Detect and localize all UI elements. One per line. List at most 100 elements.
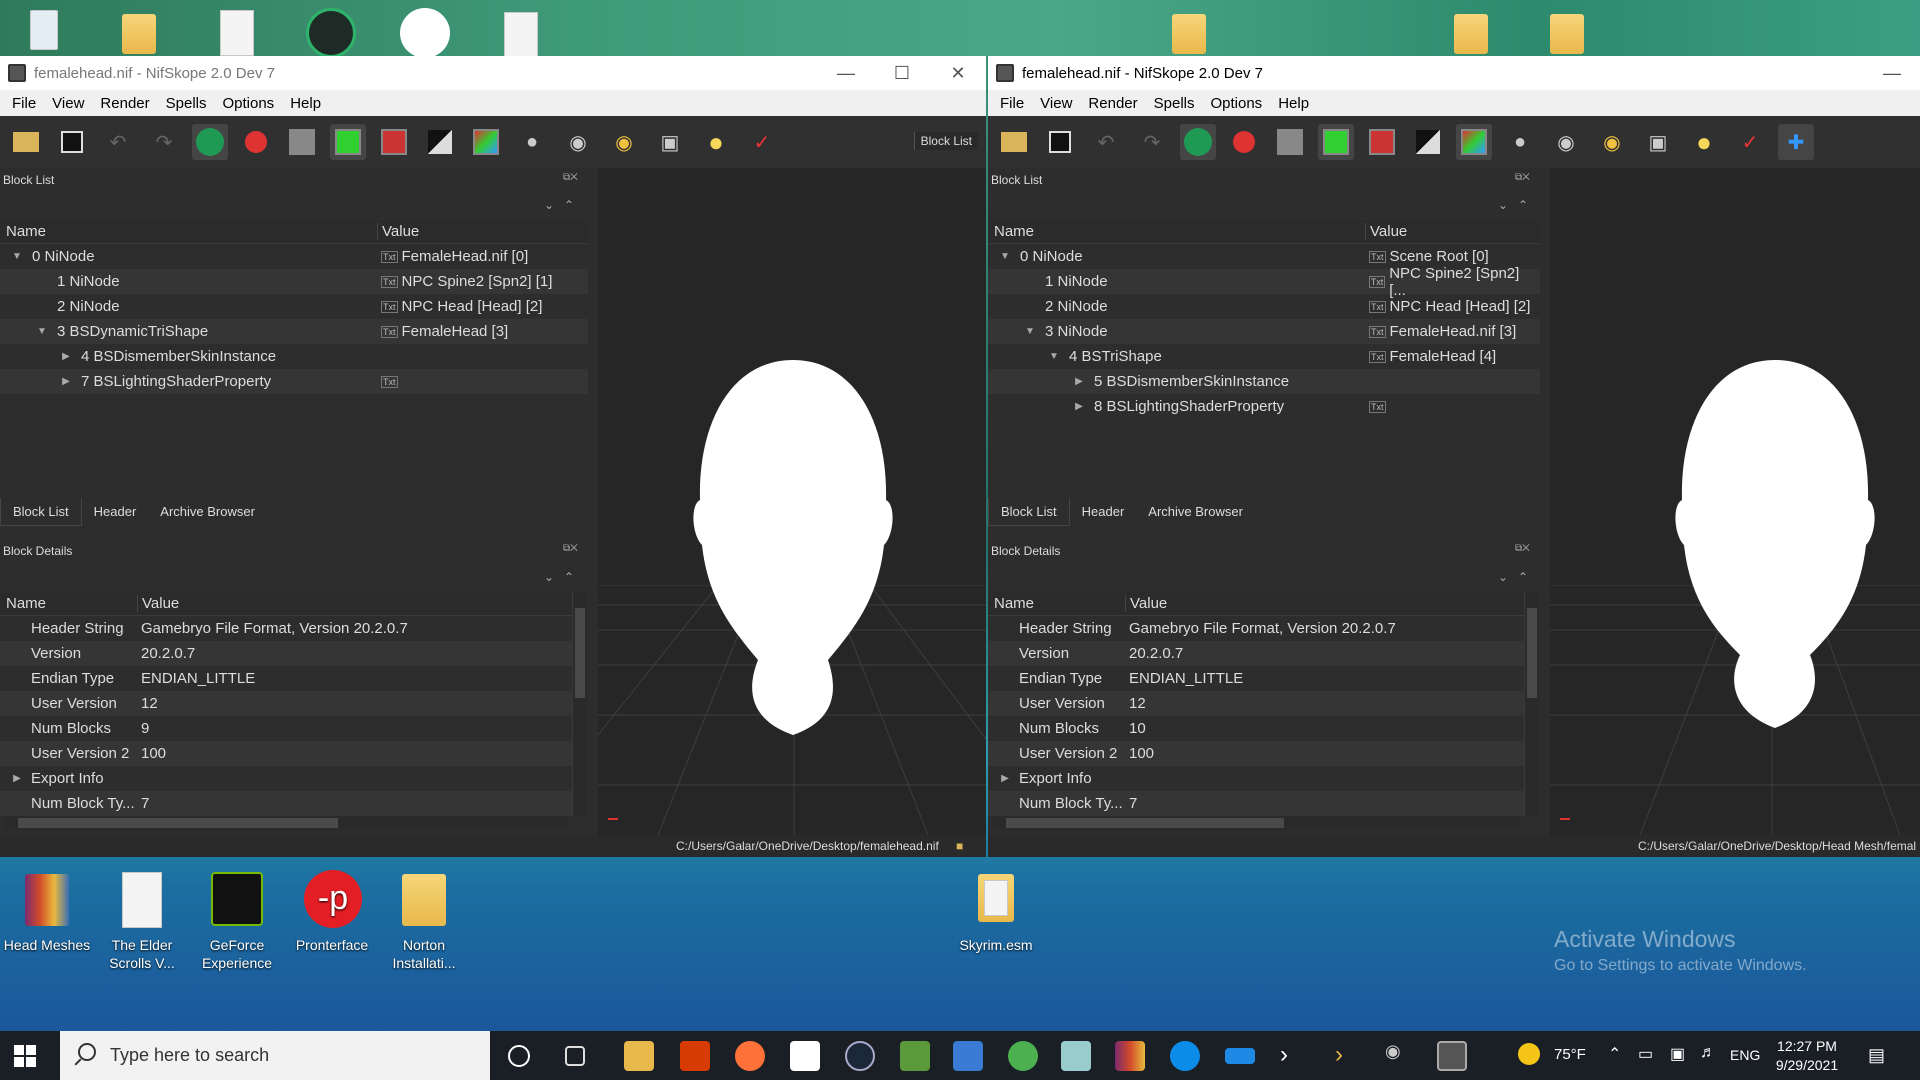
table-row[interactable]: User Version 12 — [988, 691, 1524, 716]
steam-icon[interactable] — [845, 1041, 875, 1071]
column-name[interactable]: Name — [988, 595, 1125, 612]
task-view-icon[interactable] — [565, 1046, 585, 1066]
eye-alt-icon[interactable]: ◉ — [606, 124, 642, 160]
recycle-bin-icon[interactable] — [22, 4, 66, 54]
table-row[interactable]: ▼ 0 NiNode Txt FemaleHead.nif [0] — [0, 244, 588, 269]
expand-arrow-icon[interactable]: ▼ — [1047, 351, 1061, 362]
menu-render[interactable]: Render — [92, 95, 157, 112]
details-horizontal-scrollbar[interactable] — [992, 816, 1520, 830]
table-row[interactable]: Version 20.2.0.7 — [988, 641, 1524, 666]
toolbar-block-list-button[interactable]: Block List — [913, 132, 978, 150]
details-vertical-scrollbar[interactable] — [1524, 592, 1538, 816]
table-row[interactable]: ▼ 3 BSDynamicTriShape Txt FemaleHead [3] — [0, 319, 588, 344]
table-row[interactable]: 2 NiNode Txt NPC Head [Head] [2] — [988, 294, 1540, 319]
view-front-icon[interactable] — [1318, 124, 1354, 160]
undo-icon[interactable]: ↶ — [1088, 124, 1124, 160]
eye-icon[interactable]: ◉ — [1548, 124, 1584, 160]
table-row[interactable]: Version 20.2.0.7 — [0, 641, 572, 666]
view-front-icon[interactable] — [330, 124, 366, 160]
table-row[interactable]: ▼ 3 NiNode Txt FemaleHead.nif [3] — [988, 319, 1540, 344]
screenshot-icon[interactable]: ▣ — [1640, 124, 1676, 160]
tab-block-list[interactable]: Block List — [988, 498, 1070, 526]
details-horizontal-scrollbar[interactable] — [4, 816, 568, 830]
table-row[interactable]: User Version 2 100 — [0, 741, 572, 766]
redo-icon[interactable]: ↷ — [1134, 124, 1170, 160]
table-row[interactable]: Endian Type ENDIAN_LITTLE — [0, 666, 572, 691]
menu-spells[interactable]: Spells — [158, 95, 215, 112]
table-row[interactable]: Num Blocks 10 — [988, 716, 1524, 741]
table-row[interactable]: 2 NiNode Txt NPC Head [Head] [2] — [0, 294, 588, 319]
dock-float-close-icon[interactable]: ⧉✕ — [563, 543, 578, 554]
view-user-icon[interactable] — [468, 124, 504, 160]
tab-header[interactable]: Header — [82, 498, 149, 526]
minimize-button[interactable]: — — [818, 63, 874, 84]
column-name[interactable]: Name — [0, 595, 137, 612]
chevron-app-icon[interactable]: › — [1280, 1041, 1310, 1071]
menu-options[interactable]: Options — [1202, 95, 1270, 112]
render-viewport[interactable] — [1550, 168, 1920, 835]
undo-icon[interactable]: ↶ — [100, 124, 136, 160]
close-button[interactable]: ✕ — [930, 63, 986, 84]
menu-options[interactable]: Options — [214, 95, 282, 112]
column-value[interactable]: Value — [1365, 223, 1407, 240]
sort-chevron-icons[interactable]: ⌄ ⌃ — [1498, 198, 1528, 212]
desktop-icon-elder-scrolls[interactable]: The Elder Scrolls V... — [97, 870, 187, 972]
minimize-button[interactable]: — — [1864, 63, 1920, 84]
table-row[interactable]: Header String Gamebryo File Format, Versi… — [988, 616, 1524, 641]
eye-alt-icon[interactable]: ◉ — [1594, 124, 1630, 160]
oculus-icon[interactable] — [790, 1041, 820, 1071]
collapse-arrow-icon[interactable]: ▶ — [59, 351, 73, 362]
folder-icon[interactable] — [1546, 4, 1590, 54]
taskbar-clock[interactable]: 12:27 PM 9/29/2021 — [1762, 1037, 1852, 1075]
save-icon[interactable] — [1042, 124, 1078, 160]
menu-file[interactable]: File — [4, 95, 44, 112]
footprints-icon[interactable]: ● — [514, 124, 550, 160]
network-icon[interactable]: ▣ — [1670, 1044, 1685, 1080]
taskbar-search-input[interactable]: Type here to search — [60, 1031, 490, 1080]
screenshot-icon[interactable]: ▣ — [652, 124, 688, 160]
chevron-app-icon[interactable]: › — [1335, 1041, 1365, 1071]
folder-icon[interactable] — [1168, 4, 1212, 54]
collapse-arrow-icon[interactable]: ▶ — [1072, 401, 1086, 412]
view-cube-icon[interactable] — [1272, 124, 1308, 160]
norton-icon[interactable] — [1008, 1041, 1038, 1071]
file-icon[interactable] — [214, 4, 258, 56]
sort-chevron-icons[interactable]: ⌄ ⌃ — [544, 570, 574, 584]
collapse-arrow-icon[interactable]: ▶ — [998, 773, 1012, 784]
menu-help[interactable]: Help — [1270, 95, 1317, 112]
lightbulb-icon[interactable]: ● — [1686, 124, 1722, 160]
title-bar[interactable]: femalehead.nif - NifSkope 2.0 Dev 7 — — [988, 56, 1920, 90]
view-side-icon[interactable] — [376, 124, 412, 160]
dock-float-close-icon[interactable]: ⧉✕ — [563, 172, 578, 183]
select-object-icon[interactable] — [1180, 124, 1216, 160]
sort-chevron-icons[interactable]: ⌄ ⌃ — [1498, 570, 1528, 584]
table-row[interactable]: User Version 12 — [0, 691, 572, 716]
firefox-icon[interactable] — [735, 1041, 765, 1071]
select-vertex-icon[interactable] — [1226, 124, 1262, 160]
view-perspective-icon[interactable] — [1410, 124, 1446, 160]
windows-start-icon[interactable] — [14, 1045, 36, 1067]
tab-archive-browser[interactable]: Archive Browser — [148, 498, 267, 526]
nifskope-taskbar-icon[interactable] — [1437, 1041, 1467, 1071]
table-row[interactable]: ▶ 8 BSLightingShaderProperty Txt — [988, 394, 1540, 419]
table-row[interactable]: ▶ 5 BSDismemberSkinInstance — [988, 369, 1540, 394]
language-indicator[interactable]: ENG — [1730, 1047, 1760, 1080]
view-side-icon[interactable] — [1364, 124, 1400, 160]
folder-status-icon[interactable]: ■ — [956, 839, 963, 853]
column-value[interactable]: Value — [137, 595, 179, 612]
pin-icon[interactable]: ✓ — [744, 124, 780, 160]
axes-icon[interactable]: ✚ — [1778, 124, 1814, 160]
tab-archive-browser[interactable]: Archive Browser — [1136, 498, 1255, 526]
tab-header[interactable]: Header — [1070, 498, 1137, 526]
table-row[interactable]: ▶ Export Info — [988, 766, 1524, 791]
dock-float-close-icon[interactable]: ⧉✕ — [1515, 543, 1530, 554]
view-perspective-icon[interactable] — [422, 124, 458, 160]
file-explorer-icon[interactable] — [624, 1041, 654, 1071]
tab-block-list[interactable]: Block List — [0, 498, 82, 526]
photos-icon[interactable] — [953, 1041, 983, 1071]
menu-view[interactable]: View — [1032, 95, 1080, 112]
desktop-icon-skyrim-esm[interactable]: Skyrim.esm — [951, 870, 1041, 954]
dock-float-close-icon[interactable]: ⧉✕ — [1515, 172, 1530, 183]
collapse-arrow-icon[interactable]: ▶ — [59, 376, 73, 387]
expand-arrow-icon[interactable]: ▼ — [1023, 326, 1037, 337]
